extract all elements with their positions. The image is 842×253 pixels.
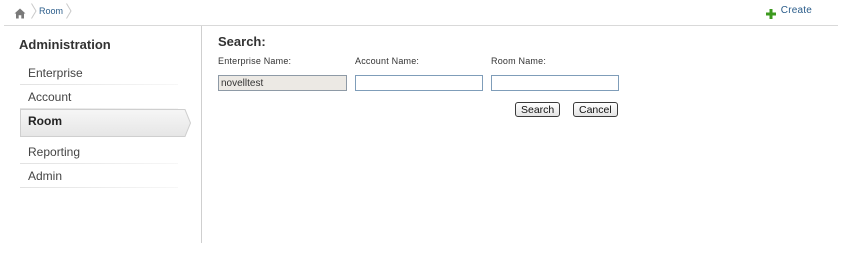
- top-bar: Room Create: [0, 0, 842, 26]
- search-title: Search:: [218, 34, 266, 49]
- sidebar-item-reporting[interactable]: Reporting: [20, 140, 178, 164]
- create-button[interactable]: Create: [765, 5, 812, 19]
- sidebar-item-label: Account: [28, 90, 72, 104]
- home-icon[interactable]: [14, 6, 26, 19]
- sidebar-item-label: Room: [28, 114, 62, 128]
- sidebar-item-label: Reporting: [28, 145, 81, 159]
- create-label: Create: [780, 5, 812, 16]
- breadcrumb-separator-icon: [31, 3, 37, 19]
- sidebar-item-label: Admin: [28, 169, 63, 183]
- enterprise-name-field[interactable]: [218, 75, 347, 91]
- sidebar: Administration Enterprise Account Room R…: [0, 26, 202, 243]
- room-name-field[interactable]: [491, 75, 619, 91]
- sidebar-item-enterprise[interactable]: Enterprise: [20, 61, 178, 85]
- breadcrumb-separator-icon: [66, 3, 72, 19]
- sidebar-title: Administration: [19, 37, 111, 52]
- sidebar-item-account[interactable]: Account: [20, 85, 178, 109]
- sidebar-item-label: Enterprise: [28, 66, 83, 80]
- cancel-button[interactable]: Cancel: [573, 102, 618, 117]
- sidebar-item-admin[interactable]: Admin: [20, 164, 178, 188]
- search-button[interactable]: Search: [515, 102, 561, 117]
- enterprise-name-label: Enterprise Name:: [218, 56, 292, 66]
- account-name-field[interactable]: [355, 75, 483, 91]
- breadcrumb-room-link[interactable]: Room: [39, 6, 63, 16]
- divider: [20, 187, 178, 188]
- account-name-label: Account Name:: [355, 56, 420, 66]
- plus-icon: [765, 6, 776, 19]
- sidebar-item-room[interactable]: Room: [20, 109, 191, 137]
- room-name-label: Room Name:: [491, 56, 547, 66]
